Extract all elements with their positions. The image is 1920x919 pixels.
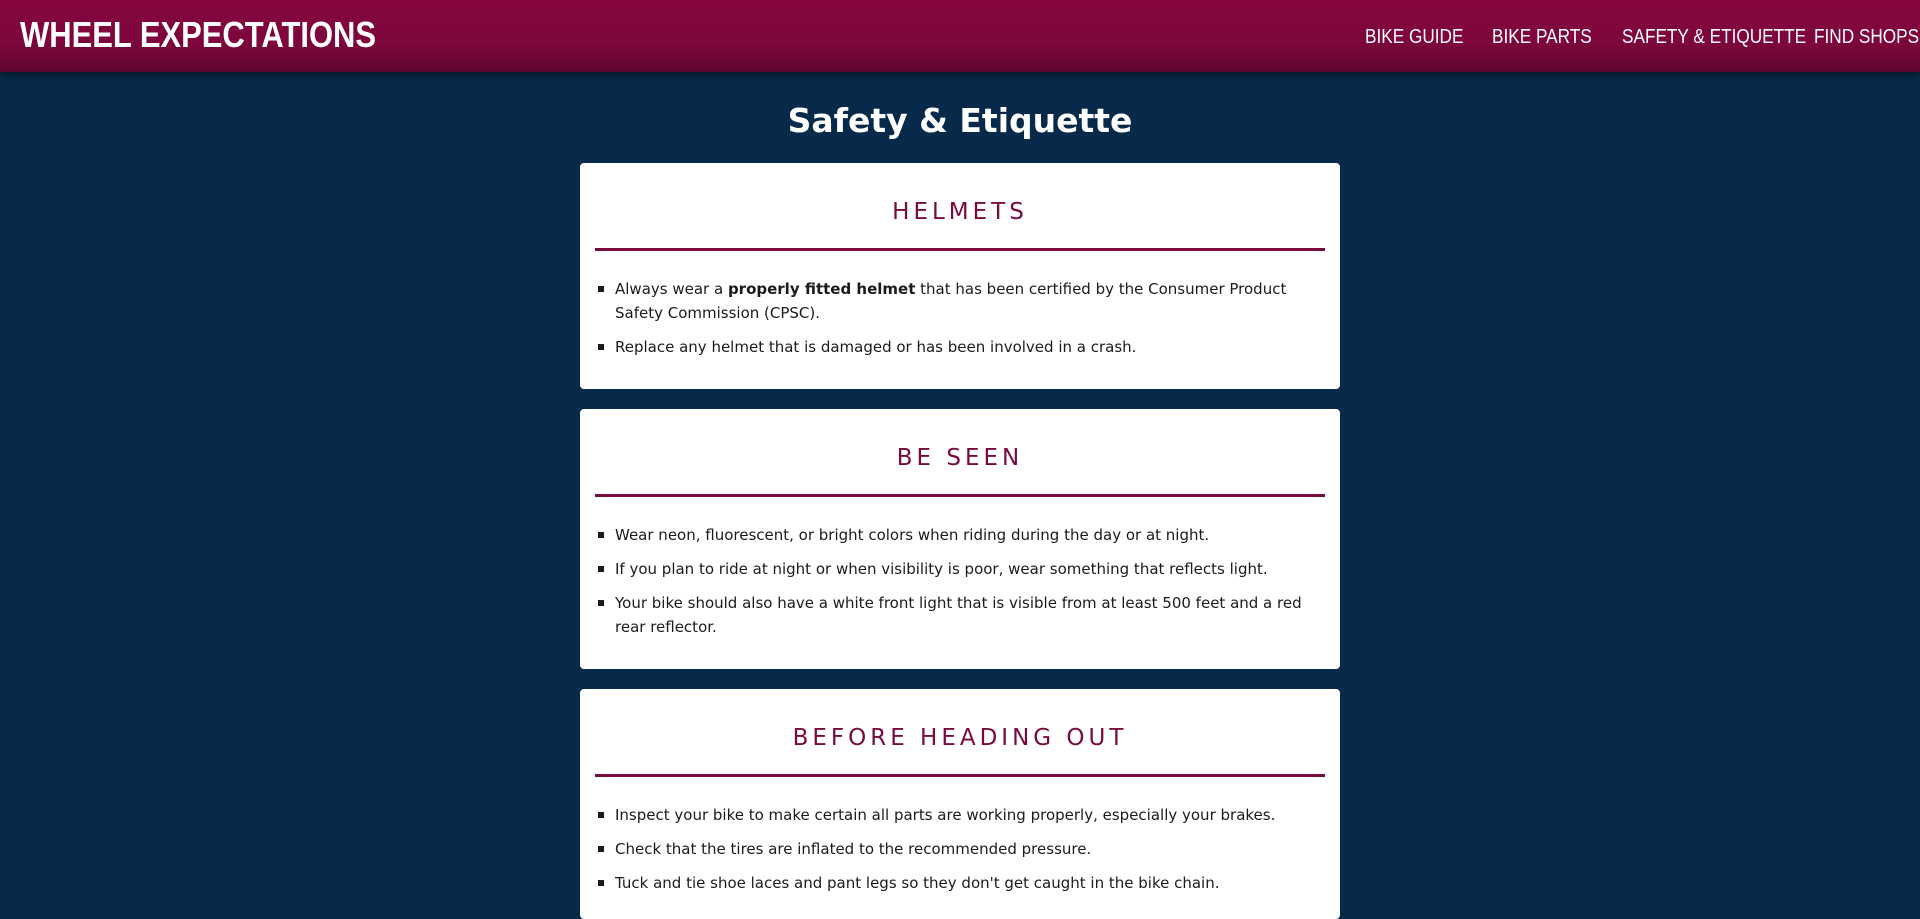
card-before-heading-out: BEFORE HEADING OUT Inspect your bike to … xyxy=(580,689,1340,919)
list-item-emphasis: properly fitted helmet xyxy=(727,280,916,298)
bullet-square-icon xyxy=(598,286,604,292)
be-seen-list: Wear neon, fluorescent, or bright colors… xyxy=(580,523,1315,649)
list-item: Wear neon, fluorescent, or bright colors… xyxy=(598,523,1315,547)
heading-divider xyxy=(595,248,1325,251)
bullet-square-icon xyxy=(598,344,604,350)
page-title: Safety & Etiquette xyxy=(787,101,1133,140)
list-item: Check that the tires are inflated to the… xyxy=(598,837,1315,861)
card-be-seen: BE SEEN Wear neon, fluorescent, or brigh… xyxy=(580,409,1340,669)
nav-link-find-shops[interactable]: FIND SHOPS xyxy=(1814,24,1919,50)
bullet-square-icon xyxy=(598,880,604,886)
list-item: Inspect your bike to make certain all pa… xyxy=(598,803,1315,827)
top-navbar: WHEEL EXPECTATIONS BIKE GUIDE BIKE PARTS… xyxy=(0,0,1920,72)
bullet-square-icon xyxy=(598,812,604,818)
nav-link-bike-parts[interactable]: BIKE PARTS xyxy=(1492,24,1592,50)
list-item-text: Your bike should also have a white front… xyxy=(615,594,1302,636)
card-heading-be-seen: BE SEEN xyxy=(896,445,1024,471)
bullet-square-icon xyxy=(598,600,604,606)
list-item: If you plan to ride at night or when vis… xyxy=(598,557,1315,581)
list-item: Your bike should also have a white front… xyxy=(598,591,1315,639)
list-item-text: Always wear a xyxy=(615,280,728,298)
bullet-square-icon xyxy=(598,532,604,538)
heading-divider xyxy=(595,774,1325,777)
bullet-square-icon xyxy=(598,566,604,572)
list-item: Tuck and tie shoe laces and pant legs so… xyxy=(598,871,1315,895)
list-item-text: Replace any helmet that is damaged or ha… xyxy=(615,338,1137,356)
nav-link-bike-guide[interactable]: BIKE GUIDE xyxy=(1365,24,1463,50)
list-item-text: Tuck and tie shoe laces and pant legs so… xyxy=(615,874,1220,892)
list-item-text: Wear neon, fluorescent, or bright colors… xyxy=(615,526,1210,544)
card-helmets: HELMETS Always wear a properly fitted he… xyxy=(580,163,1340,389)
card-heading-before-heading-out: BEFORE HEADING OUT xyxy=(792,725,1128,751)
card-heading-helmets: HELMETS xyxy=(892,199,1028,225)
nav-link-safety-etiquette[interactable]: SAFETY & ETIQUETTE xyxy=(1622,24,1806,50)
list-item-text: Inspect your bike to make certain all pa… xyxy=(615,806,1276,824)
before-heading-out-list: Inspect your bike to make certain all pa… xyxy=(580,803,1315,905)
list-item: Always wear a properly fitted helmet tha… xyxy=(598,277,1315,325)
site-logo[interactable]: WHEEL EXPECTATIONS xyxy=(20,13,376,57)
heading-divider xyxy=(595,494,1325,497)
bullet-square-icon xyxy=(598,846,604,852)
list-item-text: If you plan to ride at night or when vis… xyxy=(615,560,1268,578)
helmets-list: Always wear a properly fitted helmet tha… xyxy=(580,277,1315,369)
list-item: Replace any helmet that is damaged or ha… xyxy=(598,335,1315,359)
list-item-text: Check that the tires are inflated to the… xyxy=(615,840,1092,858)
